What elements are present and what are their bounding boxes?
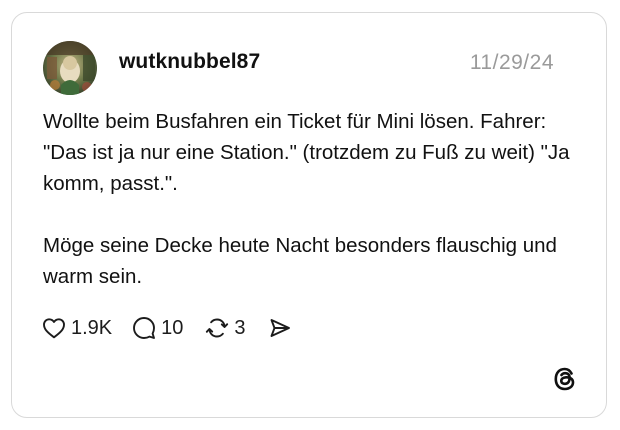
repost-button[interactable]: 3 [205, 316, 246, 340]
like-button[interactable]: 1.9K [42, 317, 112, 340]
avatar[interactable] [43, 41, 97, 95]
post-paragraph-2: Möge seine Decke heute Nacht besonders f… [43, 234, 557, 288]
repost-arrows-icon [206, 318, 229, 338]
post-card: wutknubbel87 11/29/24 Wollte beim Busfah… [11, 12, 607, 418]
like-count: 1.9K [71, 316, 113, 339]
speech-bubble-icon [133, 317, 156, 339]
avatar-image [43, 41, 97, 95]
heart-icon [43, 318, 65, 339]
repost-count: 3 [234, 316, 246, 339]
share-button[interactable] [268, 316, 292, 340]
username[interactable]: wutknubbel87 [119, 50, 260, 74]
post-text: Wollte beim Busfahren ein Ticket für Min… [43, 106, 583, 292]
send-icon [270, 319, 290, 337]
comment-button[interactable]: 10 [132, 316, 183, 340]
threads-logo-icon [552, 366, 578, 392]
post-date: 11/29/24 [469, 51, 554, 74]
post-paragraph-1: Wollte beim Busfahren ein Ticket für Min… [43, 110, 570, 195]
comment-count: 10 [161, 316, 184, 339]
action-bar: 1.9K 10 3 [42, 314, 292, 342]
